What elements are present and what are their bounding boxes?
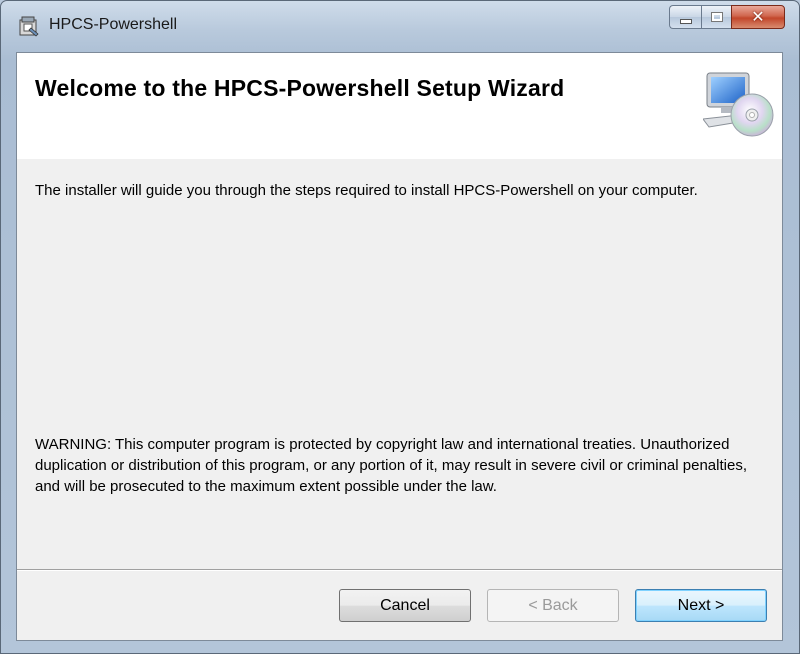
installer-icon <box>19 16 39 37</box>
copyright-warning: WARNING: This computer program is protec… <box>35 436 747 495</box>
minimize-button[interactable] <box>669 5 701 29</box>
footer-divider-highlight <box>17 570 782 571</box>
window-title: HPCS-Powershell <box>49 16 178 33</box>
wizard-banner: Welcome to the HPCS-Powershell Setup Wiz… <box>17 53 782 159</box>
page-title: Welcome to the HPCS-Powershell Setup Wiz… <box>35 75 565 101</box>
caption-buttons: ✕ <box>669 5 785 29</box>
wizard-client-area: Welcome to the HPCS-Powershell Setup Wiz… <box>16 52 783 641</box>
computer-cd-icon <box>703 72 774 137</box>
maximize-button[interactable] <box>701 5 731 29</box>
intro-text: The installer will guide you through the… <box>35 182 698 199</box>
back-button[interactable]: < Back <box>487 589 619 622</box>
close-icon: ✕ <box>751 7 765 26</box>
title-bar[interactable]: HPCS-Powershell ✕ <box>1 1 799 51</box>
minimize-icon <box>679 18 692 24</box>
next-button[interactable]: Next > <box>635 589 767 622</box>
setup-window: HPCS-Powershell ✕ Welcome to the HPCS-Po… <box>0 0 800 654</box>
close-button[interactable]: ✕ <box>731 5 785 29</box>
banner-divider <box>17 158 782 159</box>
maximize-icon <box>710 12 723 22</box>
cancel-button[interactable]: Cancel <box>339 589 471 622</box>
